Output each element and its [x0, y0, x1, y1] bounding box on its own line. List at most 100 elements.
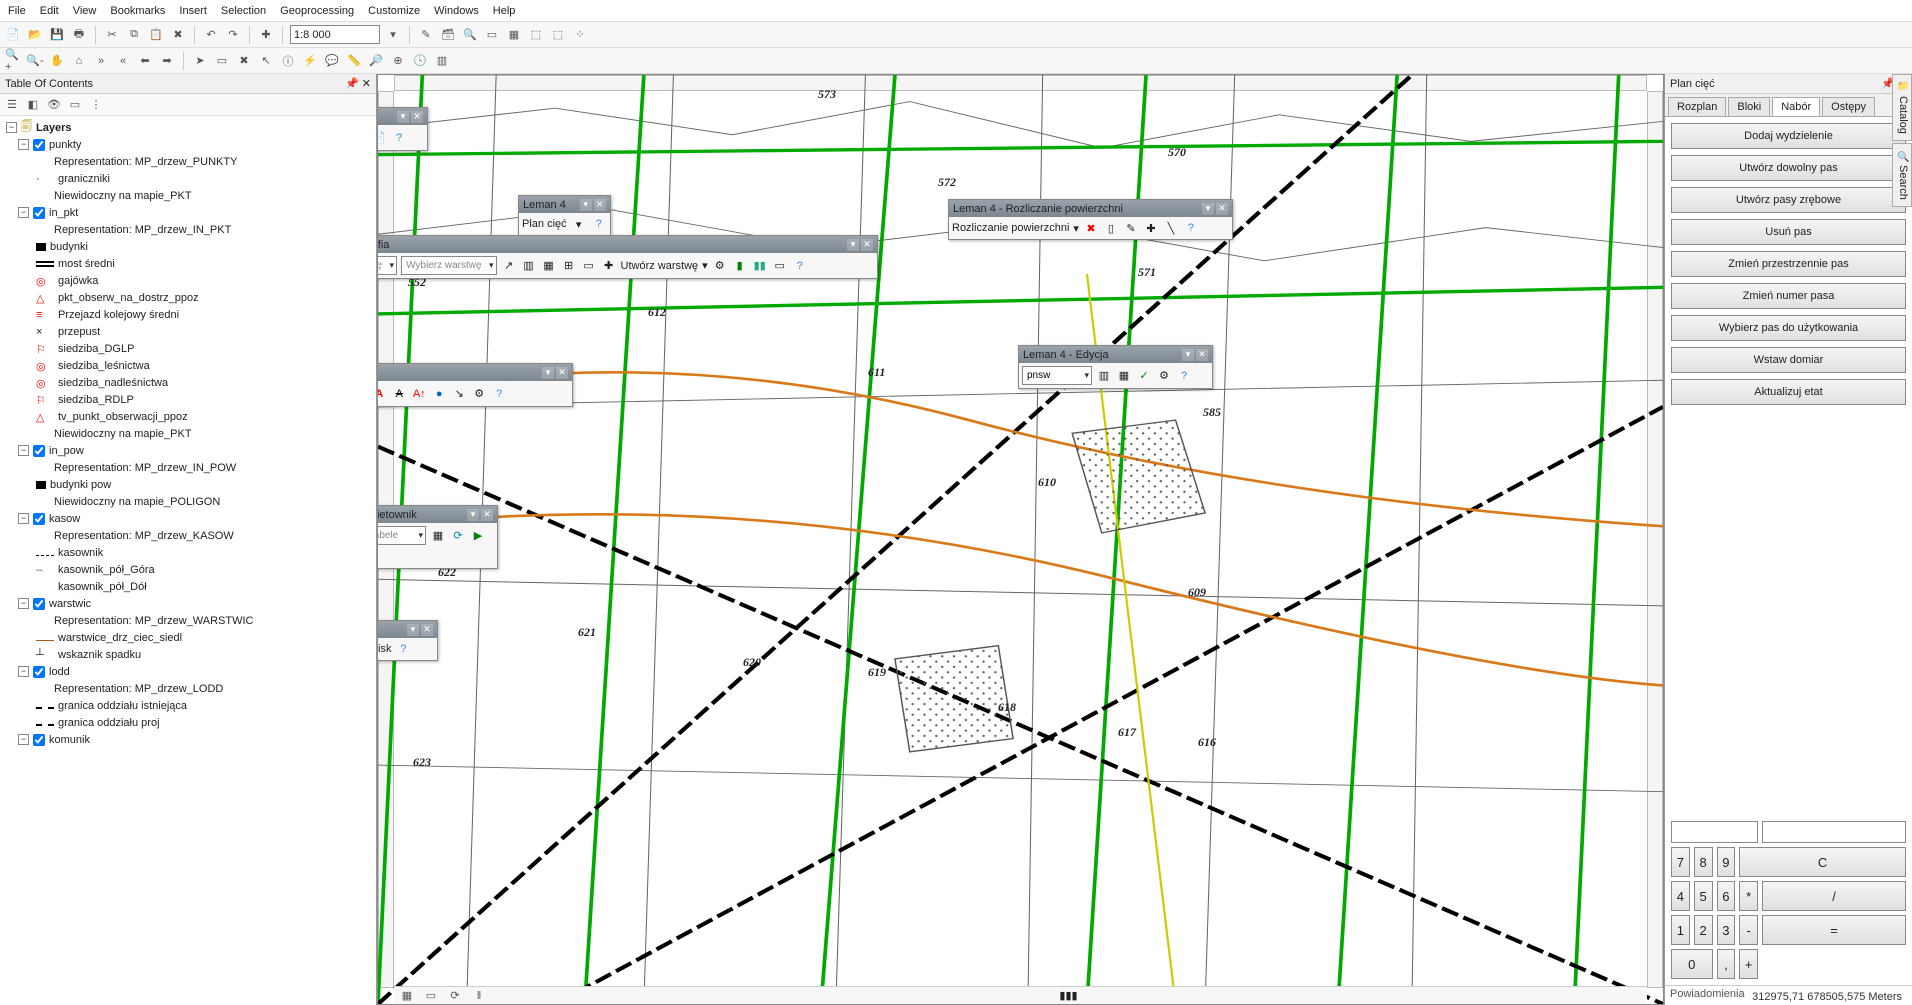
calc-comma[interactable]: ,: [1717, 949, 1736, 979]
x-icon[interactable]: ✖: [1083, 220, 1099, 236]
float-edycja[interactable]: Leman 4 - Edycja▾✕ pnsw ▥ ▦ ✓ ⚙ ?: [1018, 345, 1213, 389]
float-drop-icon[interactable]: ▾: [467, 509, 479, 521]
edit-icon[interactable]: ✎: [1123, 220, 1139, 236]
layer-item[interactable]: pkt_obserw_na_dostrz_ppoz: [58, 292, 199, 304]
layer-item[interactable]: Przejazd kolejowy średni: [58, 309, 179, 321]
square-icon[interactable]: ▦: [541, 258, 557, 274]
float-drop-icon[interactable]: ▾: [1202, 203, 1214, 215]
calc-3[interactable]: 3: [1717, 915, 1736, 945]
close-icon[interactable]: ✕: [362, 77, 371, 90]
create-layer-button[interactable]: Utwórz warstwę: [621, 260, 699, 272]
calc-6[interactable]: 6: [1717, 881, 1736, 911]
help-icon[interactable]: ?: [491, 386, 507, 402]
dataview-icon[interactable]: ▦: [398, 987, 416, 1005]
circle-icon[interactable]: ●: [431, 386, 447, 402]
float-drop-icon[interactable]: ▾: [580, 199, 592, 211]
layer-item[interactable]: siedziba_leśnictwa: [58, 360, 150, 372]
table-icon[interactable]: ▦: [430, 528, 446, 544]
granice-siedlisk-button[interactable]: Granice Siedlisk: [377, 643, 391, 655]
tool2-icon[interactable]: ⚙: [471, 386, 487, 402]
layoutview-icon[interactable]: ▭: [422, 987, 440, 1005]
search-icon[interactable]: 🔍: [461, 26, 479, 44]
menu-view[interactable]: View: [73, 5, 97, 17]
list-by-source-icon[interactable]: ◧: [24, 96, 42, 114]
calc-1[interactable]: 1: [1671, 915, 1690, 945]
a-strike-icon[interactable]: A: [391, 386, 407, 402]
layer-item[interactable]: warstwice_drz_ciec_siedl: [58, 632, 182, 644]
rect-icon[interactable]: ▭: [772, 258, 788, 274]
float-drop-icon[interactable]: ▾: [847, 239, 859, 251]
python-icon[interactable]: ▭: [483, 26, 501, 44]
expand-icon[interactable]: −: [18, 207, 29, 218]
paste-icon[interactable]: 📋: [147, 26, 165, 44]
blue-icon[interactable]: ▮▮: [752, 258, 768, 274]
print-icon[interactable]: 🖶: [70, 26, 88, 44]
expand-icon[interactable]: −: [18, 666, 29, 677]
layer-checkbox[interactable]: [33, 666, 45, 678]
select-elements-icon[interactable]: ↖: [257, 52, 275, 70]
list-by-visibility-icon[interactable]: 👁: [45, 96, 63, 114]
slash-icon[interactable]: ╲: [1163, 220, 1179, 236]
scale-dropdown-icon[interactable]: ▾: [384, 26, 402, 44]
expand-icon[interactable]: −: [18, 513, 29, 524]
calc-display[interactable]: [1671, 821, 1758, 843]
html-popup-icon[interactable]: 💬: [323, 52, 341, 70]
pause-icon[interactable]: ‖: [470, 987, 488, 1005]
float-close-icon[interactable]: ✕: [556, 367, 568, 379]
find-icon[interactable]: 🔎: [367, 52, 385, 70]
autohide-icon[interactable]: 📌: [345, 77, 359, 90]
misc-icon[interactable]: ⁘: [571, 26, 589, 44]
layer-icon[interactable]: ▥: [1096, 368, 1112, 384]
layer-item[interactable]: graniczniki: [58, 173, 110, 185]
expand-icon[interactable]: −: [18, 445, 29, 456]
btn-dodaj-wydzielenie[interactable]: Dodaj wydzielenie: [1671, 123, 1906, 149]
float-close-icon[interactable]: ✕: [1196, 349, 1208, 361]
layer-icon[interactable]: ▥: [521, 258, 537, 274]
float-etykietownik[interactable]: Leman 4 - Etykietownik▾✕ warstwy tabele …: [377, 505, 498, 569]
layer-group[interactable]: kasow: [49, 513, 80, 525]
layer-item[interactable]: kasownik_pół_Dół: [58, 581, 147, 593]
float-drop[interactable]: Leman 4▾✕ Plan cięć▾ ?: [518, 195, 611, 236]
toc-tree[interactable]: − 🗐 Layers− punktyRepresentation: MP_drz…: [0, 116, 376, 1005]
help-icon[interactable]: ?: [1183, 220, 1199, 236]
calc-2[interactable]: 2: [1694, 915, 1713, 945]
layer-item[interactable]: siedziba_DGLP: [58, 343, 134, 355]
layer-item[interactable]: siedziba_nadleśnictwa: [58, 377, 168, 389]
layer-item[interactable]: przepust: [58, 326, 100, 338]
calc-mul[interactable]: *: [1739, 881, 1758, 911]
float-opisy[interactable]: Leman 4 - Opisy▾✕ U MP ODDZIAL A A A↑ ● …: [377, 363, 573, 407]
list-by-selection-icon[interactable]: ▭: [66, 96, 84, 114]
play-icon[interactable]: ▶: [470, 528, 486, 544]
clear-selection-icon[interactable]: ✖: [235, 52, 253, 70]
a-up-icon[interactable]: A↑: [411, 386, 427, 402]
cut-icon[interactable]: ✂: [103, 26, 121, 44]
hyperlink-icon[interactable]: ⚡: [301, 52, 319, 70]
menu-file[interactable]: File: [8, 5, 26, 17]
float-drop-icon[interactable]: ▾: [542, 367, 554, 379]
copy-icon[interactable]: ⧉: [125, 26, 143, 44]
delete-icon[interactable]: ✖: [169, 26, 187, 44]
layer-checkbox[interactable]: [33, 207, 45, 219]
layer-item[interactable]: kasownik: [58, 547, 103, 559]
doc-icon[interactable]: ▯: [1103, 220, 1119, 236]
misc-icon[interactable]: ⚙: [1156, 368, 1172, 384]
add-data-icon[interactable]: ✚: [257, 26, 275, 44]
layer-group[interactable]: lodd: [49, 666, 70, 678]
calc-eq[interactable]: =: [1762, 915, 1906, 945]
layer-group[interactable]: warstwic: [49, 598, 91, 610]
refresh-icon[interactable]: ⟳: [446, 987, 464, 1005]
tab-rozplan[interactable]: Rozplan: [1668, 97, 1726, 116]
rozliczanie-button[interactable]: Rozliczanie powierzchni: [952, 222, 1069, 234]
tab-nabor[interactable]: Nabór: [1772, 97, 1820, 116]
expand-icon[interactable]: −: [18, 139, 29, 150]
select-features-icon[interactable]: ▭: [213, 52, 231, 70]
viewer-icon[interactable]: ▥: [433, 52, 451, 70]
layer-item[interactable]: granica oddziału proj: [58, 717, 160, 729]
layers-root[interactable]: Layers: [36, 122, 71, 134]
open-icon[interactable]: 📂: [26, 26, 44, 44]
select-arrow-icon[interactable]: ➤: [191, 52, 209, 70]
layer-group[interactable]: komunik: [49, 734, 90, 746]
combo-pnsw[interactable]: pnsw: [1022, 366, 1092, 385]
side-tab-catalog[interactable]: 📁 Catalog: [1892, 74, 1912, 141]
btn-usun-pas[interactable]: Usuń pas: [1671, 219, 1906, 245]
